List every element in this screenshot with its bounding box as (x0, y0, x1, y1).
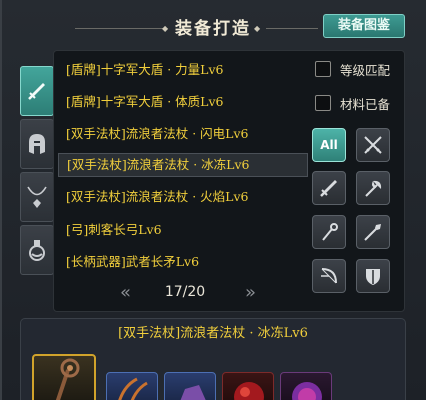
recipe-item[interactable]: [长柄武器]武者长矛Lv6 (66, 250, 306, 274)
ore-material-icon (180, 385, 206, 400)
crossed-swords-icon (364, 136, 382, 154)
pagination: « 17/20 » (120, 280, 256, 304)
tab-accessories[interactable] (20, 172, 54, 222)
filter-staff-button[interactable] (312, 215, 346, 249)
detail-title: [双手法杖]流浪者法杖 · 冰冻Lv6 (118, 326, 308, 341)
claw-material-icon (118, 377, 148, 400)
match-level-label: 等级匹配 (340, 63, 391, 78)
filter-shield-button[interactable] (356, 259, 390, 293)
filter-bow-button[interactable] (312, 259, 346, 293)
helmet-icon (29, 134, 45, 154)
next-page-button[interactable]: » (245, 282, 256, 303)
purple-orb-icon (292, 382, 322, 400)
tab-armor[interactable] (20, 119, 54, 169)
sword-icon (28, 83, 45, 100)
bow-icon (321, 268, 337, 284)
wanderer-staff-icon (55, 358, 80, 400)
crafted-item-slot[interactable] (32, 354, 96, 400)
necklace-icon (27, 186, 47, 208)
page-indicator: 17/20 (164, 284, 206, 300)
tab-weapons[interactable] (20, 66, 54, 116)
potion-icon (29, 240, 45, 261)
material-slot[interactable] (164, 372, 216, 400)
recipe-item[interactable]: [双手法杖]流浪者法杖 · 火焰Lv6 (66, 185, 306, 209)
equipment-atlas-button[interactable]: 装备图鉴 (323, 14, 405, 38)
filter-spear-button[interactable] (356, 215, 390, 249)
recipe-item[interactable]: [双手法杖]流浪者法杖 · 闪电Lv6 (66, 122, 306, 146)
filter-dual-wield-button[interactable] (356, 128, 390, 162)
filter-axe-button[interactable] (356, 171, 390, 205)
staff-icon (322, 223, 338, 241)
title-divider-right (266, 28, 318, 29)
materials-ready-checkbox[interactable] (315, 95, 331, 111)
red-gem-icon (234, 382, 264, 400)
recipe-item[interactable]: [弓]刺客长弓Lv6 (66, 218, 306, 242)
spear-icon (364, 224, 381, 241)
axe-icon (365, 180, 382, 197)
material-slot[interactable] (222, 372, 274, 400)
match-level-checkbox[interactable] (315, 61, 331, 77)
filter-all-button[interactable]: All (312, 128, 346, 162)
shield-icon (366, 269, 380, 285)
recipe-item[interactable]: [盾牌]十字军大盾 · 体质Lv6 (66, 90, 306, 114)
title-ornament-right: ◆ (254, 24, 261, 33)
recipe-item[interactable]: [盾牌]十字军大盾 · 力量Lv6 (66, 58, 306, 82)
recipe-item-selected[interactable]: [双手法杖]流浪者法杖 · 冰冻Lv6 (58, 153, 308, 177)
materials-ready-label: 材料已备 (340, 97, 391, 112)
filter-sword-button[interactable] (312, 171, 346, 205)
material-slot[interactable] (106, 372, 158, 400)
prev-page-button[interactable]: « (120, 282, 131, 303)
tab-consumables[interactable] (20, 225, 54, 275)
material-slot[interactable] (280, 372, 332, 400)
sword-icon (320, 180, 337, 197)
